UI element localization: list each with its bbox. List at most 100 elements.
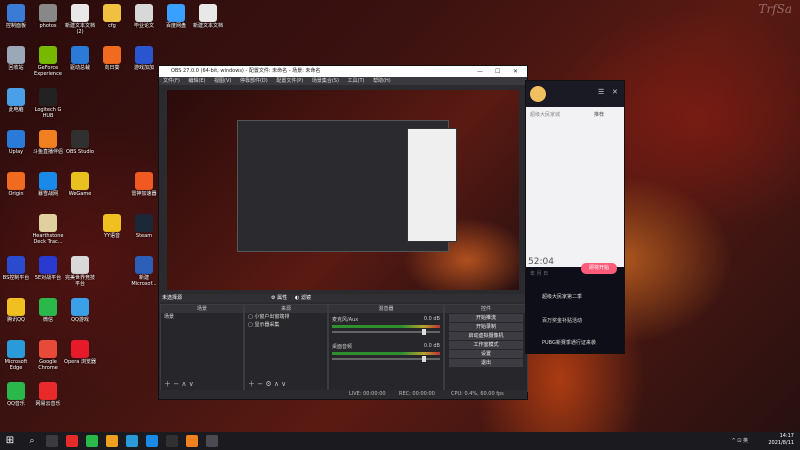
desktop-icon[interactable]: Uplay xyxy=(0,130,32,155)
settings-button[interactable]: 设置 xyxy=(449,350,523,358)
tab-item[interactable]: 超级大民家城 xyxy=(530,111,560,118)
desktop-icon[interactable]: 斗鱼直播伴侣 xyxy=(32,130,64,155)
list-item[interactable]: 百万奖金补贴活动 xyxy=(542,317,582,324)
desktop-icon[interactable]: 雷神加速器 xyxy=(128,172,160,197)
netease-music-icon[interactable] xyxy=(66,435,78,447)
task-view-icon[interactable] xyxy=(46,435,58,447)
desktop-icon-label: 向日葵 xyxy=(104,65,120,71)
menu-tools[interactable]: 工具(T) xyxy=(348,78,365,84)
menu-edit[interactable]: 编辑(E) xyxy=(188,78,205,84)
desktop-icon[interactable]: BS控制平台 xyxy=(0,256,32,281)
volume-slider[interactable] xyxy=(332,356,440,362)
wechat-icon[interactable] xyxy=(86,435,98,447)
explorer-icon[interactable] xyxy=(206,435,218,447)
desktop-icon-label: Uplay xyxy=(8,149,24,155)
desktop-icon[interactable]: 微信 xyxy=(32,298,64,323)
properties-button[interactable]: ⚙ 属性 xyxy=(271,294,287,302)
edge-icon[interactable] xyxy=(126,435,138,447)
desktop-icon[interactable]: Google Chrome xyxy=(32,340,64,371)
battlenet-icon[interactable] xyxy=(146,435,158,447)
controls-header: 控件 xyxy=(445,305,527,313)
menu-profile[interactable]: 配置文件(P) xyxy=(276,78,303,84)
obs-statusbar: LIVE: 00:00:00 REC: 00:00:00 CPU: 0.4%, … xyxy=(159,390,527,399)
desktop-icon[interactable]: 腾讯QQ xyxy=(0,298,32,323)
clock[interactable]: 14:17 2021/8/11 xyxy=(768,433,794,447)
maximize-icon[interactable]: ☐ xyxy=(495,66,500,77)
desktop-icon[interactable]: YY语音 xyxy=(96,214,128,239)
desktop-icon[interactable]: QQ音乐 xyxy=(0,382,32,407)
desktop-icon[interactable]: 完美世界竞技平台 xyxy=(64,256,96,287)
menu-docks[interactable]: 停靠部件(D) xyxy=(240,78,268,84)
live-app-window[interactable]: ☰ ✕ 超级大民家城 推荐 52:04 年 月 日 即将开始 超级大民家第二季 … xyxy=(525,80,625,354)
menu-view[interactable]: 视图(V) xyxy=(214,78,231,84)
system-tray[interactable]: ^ ⊡ 英 xyxy=(731,437,748,444)
desktop-icon[interactable]: Origin xyxy=(0,172,32,197)
desktop-icon[interactable]: photos xyxy=(32,4,64,29)
desktop-icon[interactable]: 游戏加加 xyxy=(128,46,160,71)
studio-mode-button[interactable]: 工作室模式 xyxy=(449,341,523,349)
source-item[interactable]: ▢ 显示器采集 xyxy=(245,321,327,329)
close-icon[interactable]: ✕ xyxy=(612,88,618,96)
desktop-icon[interactable]: 新建 Microsof... xyxy=(128,256,160,287)
exit-button[interactable]: 退出 xyxy=(449,359,523,367)
minimize-icon[interactable]: — xyxy=(477,66,483,77)
desktop-icon[interactable]: Hearthstone Deck Trac... xyxy=(32,214,64,245)
desktop-icon[interactable]: 向日葵 xyxy=(96,46,128,71)
obs-icon[interactable] xyxy=(166,435,178,447)
obs-titlebar[interactable]: OBS 27.0.0 (64-bit, windows) - 配置文件: 未命名… xyxy=(159,66,527,77)
desktop-icon[interactable]: Opera 浏览器 xyxy=(64,340,96,365)
tab-item[interactable]: 推荐 xyxy=(594,111,604,118)
desktop-icon[interactable]: GeForce Experience xyxy=(32,46,64,77)
menu-scene-collection[interactable]: 场景集合(S) xyxy=(312,78,339,84)
desktop-icon[interactable]: Microsoft Edge xyxy=(0,340,32,371)
list-item[interactable]: PUBG新赛季通行证来袭 xyxy=(542,339,596,346)
scenes-tools[interactable]: ＋ − ∧ ∨ xyxy=(164,379,194,389)
desktop-icon[interactable]: 百度网盘 xyxy=(160,4,192,29)
filters-button[interactable]: ◐ 滤镜 xyxy=(295,294,311,302)
menu-help[interactable]: 帮助(H) xyxy=(373,78,391,84)
desktop-icon[interactable]: QQ游戏 xyxy=(64,298,96,323)
no-source-selected: 未选择源 xyxy=(162,295,183,301)
app-icon xyxy=(39,46,57,64)
desktop-icon-label: 毕业论文 xyxy=(133,23,154,29)
desktop-icon[interactable]: OBS Studio xyxy=(64,130,96,155)
taskbar: ⊞ ⌕ ^ ⊡ 英 14:17 2021/8/11 xyxy=(0,432,800,450)
desktop-icon[interactable]: 新建文本文档 xyxy=(192,4,224,29)
obs-preview[interactable] xyxy=(167,90,519,290)
desktop-icon[interactable]: 毕业论文 xyxy=(128,4,160,29)
desktop-icon[interactable]: 暴雪战网 xyxy=(32,172,64,197)
desktop-icon-label: 斗鱼直播伴侣 xyxy=(32,149,63,155)
desktop-icon[interactable]: 回收站 xyxy=(0,46,32,71)
scene-item[interactable]: 场景 xyxy=(161,313,243,321)
source-item[interactable]: ▢ 小窗户出窗端排 xyxy=(245,313,327,321)
avatar[interactable] xyxy=(530,86,546,102)
desktop-icon[interactable]: Steam xyxy=(128,214,160,239)
start-streaming-button[interactable]: 开始推流 xyxy=(449,314,523,322)
desktop-icon[interactable]: 控制面板 xyxy=(0,4,32,29)
virtual-camera-button[interactable]: 启动虚拟摄像机 xyxy=(449,332,523,340)
desktop-icon[interactable]: 新建文本文档 (2) xyxy=(64,4,96,35)
list-item[interactable]: 超级大民家第二季 xyxy=(542,293,582,300)
desktop-icon[interactable]: 驱动总裁 xyxy=(64,46,96,71)
menu-icon[interactable]: ☰ xyxy=(598,88,604,96)
desktop-icon[interactable]: Logitech G HUB xyxy=(32,88,64,119)
desktop-icon[interactable]: cfg xyxy=(96,4,128,29)
app-icon xyxy=(103,4,121,22)
search-icon[interactable]: ⌕ xyxy=(26,435,38,447)
menu-file[interactable]: 文件(F) xyxy=(163,78,180,84)
desktop-icon-label: BS控制平台 xyxy=(2,275,30,281)
obs-window[interactable]: OBS 27.0.0 (64-bit, windows) - 配置文件: 未命名… xyxy=(158,65,528,400)
close-icon[interactable]: ✕ xyxy=(513,66,518,77)
app-icon xyxy=(135,172,153,190)
starting-soon-button[interactable]: 即将开始 xyxy=(581,263,617,274)
desktop-icon[interactable]: 此电脑 xyxy=(0,88,32,113)
desktop-icon[interactable]: 5E对战平台 xyxy=(32,256,64,281)
start-icon[interactable]: ⊞ xyxy=(4,435,16,447)
volume-slider[interactable] xyxy=(332,329,440,335)
app-icon[interactable] xyxy=(106,435,118,447)
desktop-icon[interactable]: WeGame xyxy=(64,172,96,197)
sources-tools[interactable]: ＋ − ⚙ ∧ ∨ xyxy=(248,379,286,389)
desktop-icon[interactable]: 网易云音乐 xyxy=(32,382,64,407)
douyu-icon[interactable] xyxy=(186,435,198,447)
start-recording-button[interactable]: 开始录制 xyxy=(449,323,523,331)
